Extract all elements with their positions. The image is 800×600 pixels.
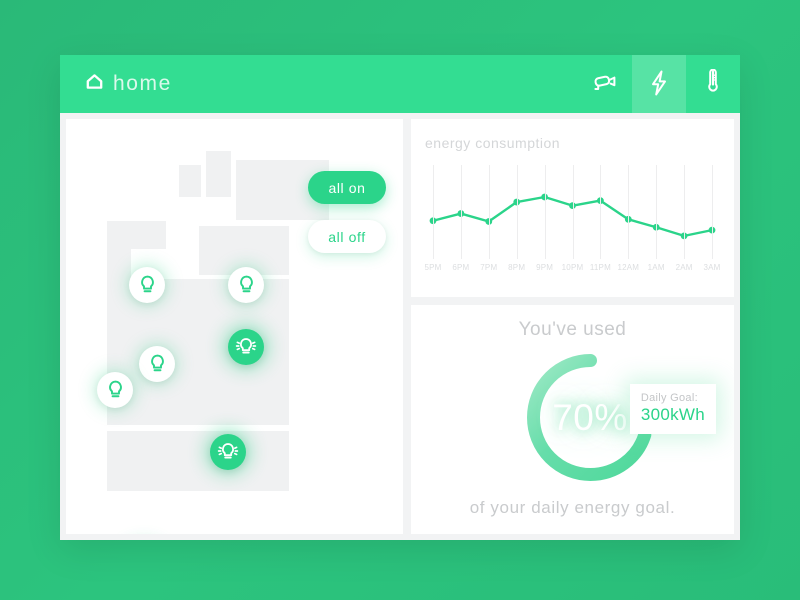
- chart-tick-label: 8PM: [508, 263, 526, 272]
- chart-tick-label: 1AM: [647, 263, 665, 272]
- floorplan-map[interactable]: all on all off: [66, 119, 403, 534]
- light-toggle[interactable]: [228, 267, 264, 303]
- bulb-on-icon: [235, 338, 257, 354]
- chart-gridline: [544, 165, 546, 259]
- energy-tab[interactable]: [632, 55, 686, 113]
- bulb-off-icon: [140, 275, 154, 293]
- chart-tick-label: 7PM: [480, 263, 498, 272]
- bulb-on-icon: [217, 443, 239, 459]
- app-header: home: [60, 55, 740, 113]
- gauge-bottom-label: of your daily energy goal.: [469, 498, 676, 517]
- security-camera-icon: [592, 72, 618, 97]
- chart-gridline: [433, 165, 434, 259]
- energy-goal-panel: You've used 70% Daily Goal: 300kWh of yo…: [411, 305, 734, 534]
- light-toggle[interactable]: [97, 372, 133, 408]
- bulb-off-icon: [239, 275, 253, 293]
- light-toggle[interactable]: [139, 346, 175, 382]
- light-toggle[interactable]: [228, 329, 264, 365]
- energy-chart-panel: energy consumption 5PM 6PM 7PM 8PM 9PM 10PM 11…: [411, 119, 734, 297]
- app-body: all on all off energy consumption 5PM 6PM…: [60, 113, 740, 540]
- chart-gridline: [460, 165, 462, 259]
- room-top-center: [206, 151, 231, 197]
- chart-x-axis-labels: 5PM 6PM 7PM 8PM 9PM 10PM 11PM 12AM 1AM 2AM 3AM: [424, 263, 721, 277]
- chart-gridline: [628, 165, 630, 259]
- light-toggle[interactable]: [210, 434, 246, 470]
- chart-tick-label: 10PM: [561, 263, 584, 272]
- room-top-left: [179, 165, 201, 197]
- bulb-off-icon: [150, 354, 164, 372]
- chart-tick-label: 12AM: [617, 263, 640, 272]
- daily-goal-value: 300kWh: [640, 405, 705, 424]
- gauge-top-label: You've used: [518, 319, 627, 340]
- chart-gridline: [600, 165, 602, 259]
- chart-tick-label: 11PM: [589, 263, 611, 272]
- chart-tick-label: 6PM: [452, 263, 470, 272]
- right-column: energy consumption 5PM 6PM 7PM 8PM 9PM 10PM 11…: [411, 119, 734, 534]
- app-window: home all on all off energy consumption 5…: [60, 55, 740, 540]
- all-on-button[interactable]: all on: [308, 171, 386, 204]
- header-tools: [578, 55, 740, 113]
- daily-goal-label: Daily Goal:: [640, 392, 698, 404]
- daily-goal-card: Daily Goal: 300kWh: [629, 384, 716, 434]
- climate-tab[interactable]: [686, 55, 740, 113]
- app-title: home: [113, 72, 172, 95]
- chart-title: energy consumption: [425, 135, 561, 151]
- all-off-button[interactable]: all off: [308, 220, 386, 253]
- chart-gridline: [572, 165, 574, 259]
- lightning-bolt-icon: [650, 70, 668, 99]
- bulb-off-icon: [108, 380, 122, 398]
- light-toggle[interactable]: [129, 267, 165, 303]
- chart-plot-area: [425, 165, 720, 259]
- chart-tick-label: 9PM: [536, 263, 554, 272]
- chart-gridline: [516, 165, 518, 259]
- home-icon: [86, 74, 103, 94]
- chart-gridline: [488, 165, 490, 259]
- brand: home: [60, 72, 172, 96]
- floorplan-panel: all on all off: [66, 119, 403, 534]
- chart-gridline: [656, 165, 658, 259]
- thermometer-icon: [706, 68, 720, 99]
- security-camera-tab[interactable]: [578, 55, 632, 113]
- chart-tick-label: 2AM: [675, 263, 693, 272]
- chart-tick-label: 3AM: [703, 263, 721, 272]
- chart-tick-label: 5PM: [424, 263, 442, 272]
- room-bottom-notch: [259, 431, 289, 447]
- chart-gridline: [684, 165, 686, 259]
- chart-gridline: [712, 165, 713, 259]
